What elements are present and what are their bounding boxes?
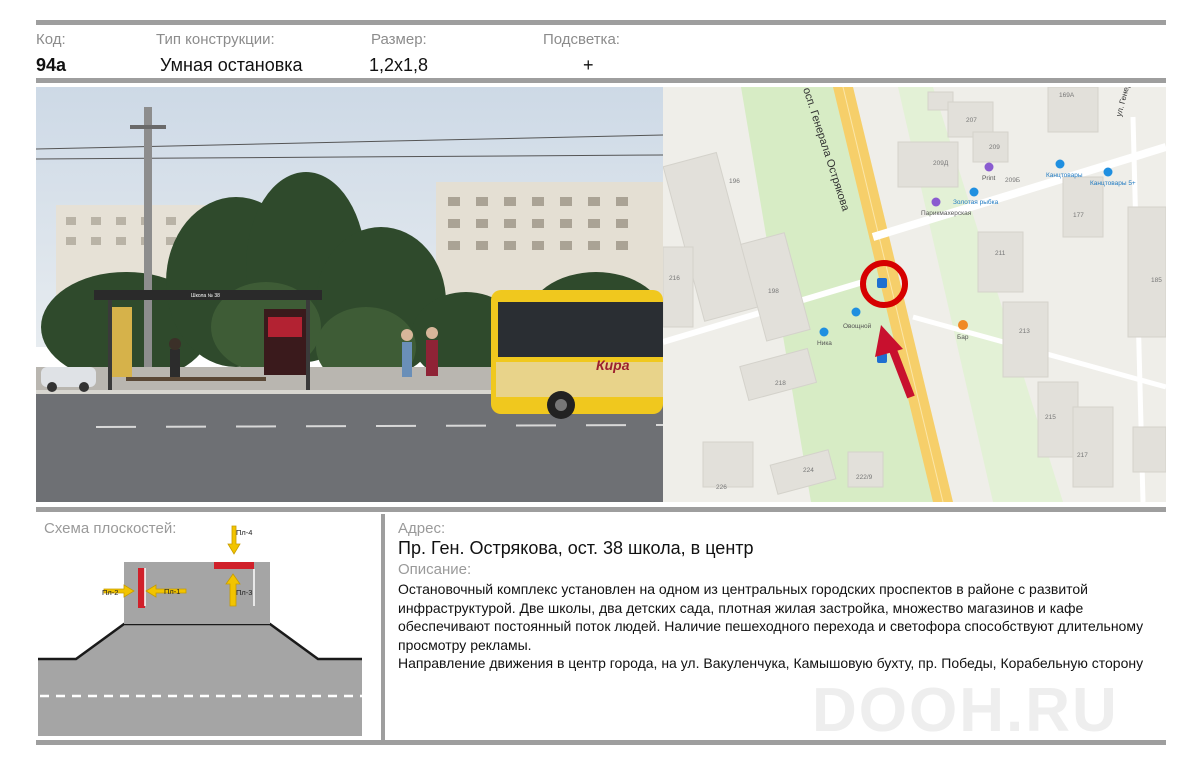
vertical-divider (381, 514, 385, 744)
map-poi: Бар (957, 334, 969, 341)
map-bld: 185 (1151, 277, 1162, 284)
map-poi: Овощной (843, 322, 872, 330)
map-bld: 224 (803, 467, 814, 474)
map-bld: 177 (1073, 212, 1084, 219)
middle-divider (36, 507, 1166, 512)
code-value: 94а (36, 55, 67, 75)
size-label: Размер: (371, 31, 427, 48)
header-divider (36, 78, 1166, 83)
shelter-sign-text: Школа № 38 (191, 293, 220, 299)
type-value: Умная остановка (160, 55, 303, 75)
map-poi: Парикмахерская (921, 210, 972, 217)
location-map[interactable]: осп. Генерала Острякова ул. Генерала 169… (663, 87, 1166, 502)
map-poi: Ника (817, 340, 832, 347)
plane-2 (138, 568, 145, 608)
map-poi: Канцтовары 5+ (1090, 180, 1136, 187)
map-poi: Print (982, 175, 996, 182)
description-label: Описание: (398, 561, 472, 578)
shop-icon (1103, 167, 1113, 177)
shop-icon (1055, 159, 1065, 169)
map-bld: 198 (768, 288, 779, 295)
shop-icon (969, 187, 979, 197)
map-bld: 209Д (933, 160, 949, 167)
map-bld: 209 (989, 144, 1000, 151)
description: Остановочный комплекс установлен на одно… (398, 580, 1168, 673)
description-paragraph: Направление движения в центр города, на … (398, 655, 1144, 671)
address-label: Адрес: (398, 520, 446, 537)
size-value: 1,2х1,8 (369, 55, 429, 75)
map-bld: 215 (1045, 414, 1056, 421)
plane-4-label: Пл-4 (236, 528, 252, 537)
light-label: Подсветка: (543, 31, 620, 48)
map-bld: 222/9 (856, 474, 873, 481)
watermark-logo: DOOH.RU (812, 676, 1119, 745)
plane-1-label: Пл-1 (164, 587, 180, 596)
basket-icon (851, 307, 861, 317)
map-bld: 213 (1019, 328, 1030, 335)
bus-ad-text: Кира (596, 357, 630, 373)
bottom-divider (36, 740, 1166, 745)
map-bld: 169А (1059, 92, 1075, 99)
basket-icon (819, 327, 829, 337)
map-bld: 207 (966, 117, 977, 124)
plane-3-label: Пл-3 (236, 588, 252, 597)
map-bld: 211 (995, 250, 1006, 257)
bus-stop-icon (877, 278, 887, 288)
print-icon (984, 162, 994, 172)
light-value: + (583, 55, 594, 75)
map-bld: 218 (775, 380, 786, 387)
map-bld: 209Б (1005, 177, 1020, 184)
top-divider (36, 20, 1166, 25)
description-paragraph: Остановочный комплекс установлен на одно… (398, 581, 1144, 653)
address-value: Пр. Ген. Острякова, ост. 38 школа, в цен… (398, 538, 754, 558)
map-poi: Канцтовары (1046, 172, 1083, 179)
map-bld: 216 (669, 275, 680, 282)
code-label: Код: (36, 31, 66, 48)
bar-icon (958, 320, 968, 330)
map-bld: 226 (716, 484, 727, 491)
location-photo: Школа № 38 Кира (36, 87, 663, 502)
planes-schema: Схема плоскостей: Пл-1 Пл-2 Пл-3 Пл-4 (36, 514, 380, 740)
map-bld: 217 (1077, 452, 1088, 459)
type-label: Тип конструкции: (156, 31, 275, 48)
map-poi: Золотая рыбка (953, 198, 999, 206)
map-bld: 196 (729, 178, 740, 185)
plane-2-label: Пл-2 (102, 588, 118, 597)
scissors-icon (931, 197, 941, 207)
plane-4 (214, 562, 254, 569)
